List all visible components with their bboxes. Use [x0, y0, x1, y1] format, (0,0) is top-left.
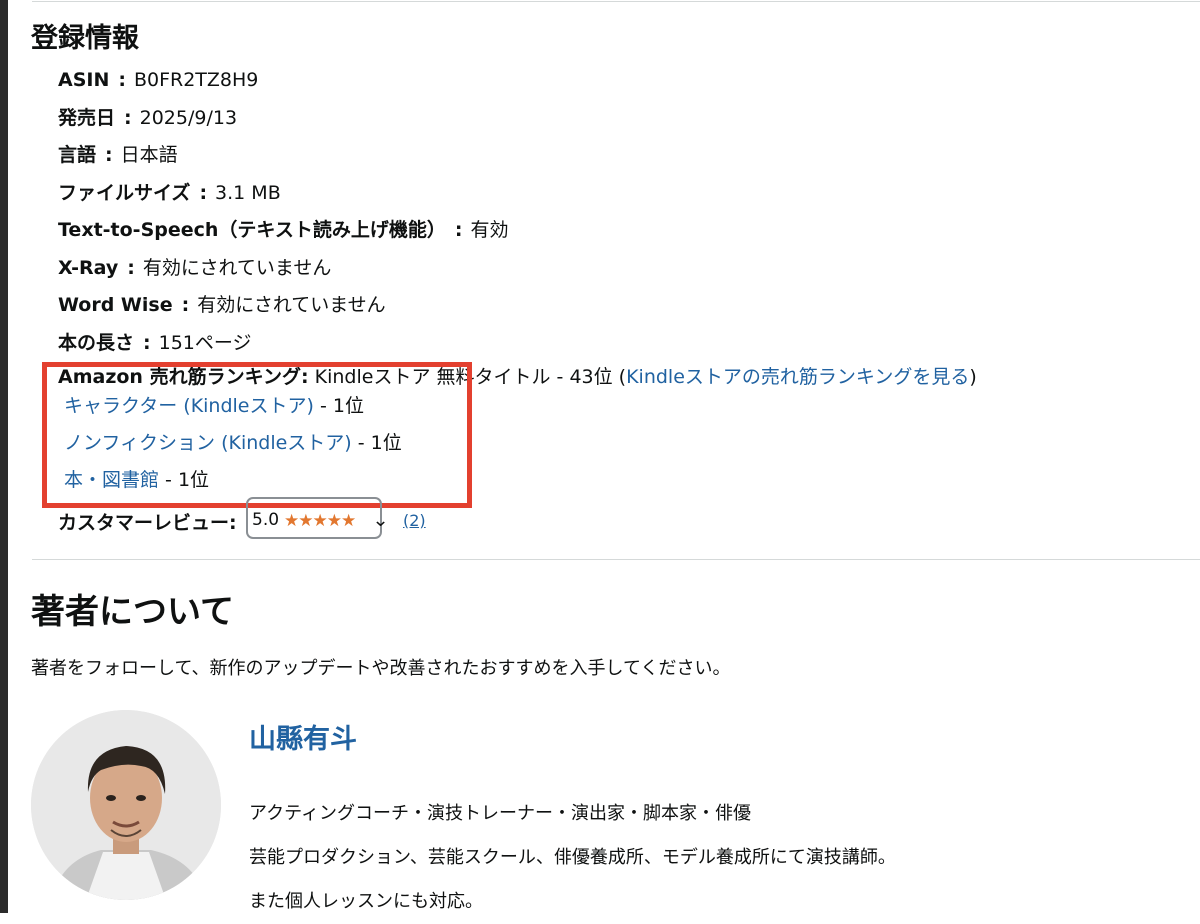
detail-release-date: 発売日:2025/9/13: [58, 106, 238, 129]
review-count-link[interactable]: (2): [403, 511, 426, 530]
top-divider: [32, 1, 1200, 2]
author-name-link[interactable]: 山縣有斗: [249, 717, 357, 756]
bestseller-list-link[interactable]: Kindleストアの売れ筋ランキングを見る: [626, 366, 969, 388]
product-details-title: 登録情報: [31, 23, 139, 54]
ranking-highlight-box: [42, 362, 472, 508]
star-rating-icon: ★★★★★: [284, 511, 356, 531]
bio-line: また個人レッスンにも対応。: [249, 891, 483, 912]
customer-reviews: カスタマーレビュー:: [58, 508, 237, 535]
author-photo: [31, 710, 221, 900]
detail-asin: ASIN: B0FR2TZ8H9: [58, 69, 259, 91]
detail-language: 言語: 日本語: [58, 144, 178, 166]
detail-file-size: ファイルサイズ:3.1 MB: [58, 181, 281, 204]
chevron-down-icon[interactable]: ⌄: [372, 510, 389, 531]
follow-prompt: 著者をフォローして、新作のアップデートや改善されたおすすめを入手してください。: [31, 658, 731, 679]
author-bio: アクティングコーチ・演技トレーナー・演出家・脚本家・俳優 芸能プロダクション、芸…: [249, 792, 896, 924]
window-edge: [0, 0, 8, 913]
author-avatar[interactable]: [31, 710, 221, 900]
detail-text-to-speech: Text-to-Speech（テキスト読み上げ機能）: 有効: [58, 219, 509, 241]
detail-word-wise: Word Wise: 有効にされていません: [58, 294, 386, 316]
detail-print-length: 本の長さ:151ページ: [58, 331, 252, 354]
about-author-title: 著者について: [31, 592, 234, 632]
detail-x-ray: X-Ray: 有効にされていません: [58, 256, 332, 279]
section-divider: [32, 559, 1200, 560]
rating-score: 5.0: [252, 510, 280, 530]
product-details-list: ASIN: B0FR2TZ8H9 発売日:2025/9/13 言語: 日本語 ファイ…: [58, 62, 508, 362]
bio-line: 芸能プロダクション、芸能スクール、俳優養成所、モデル養成所にて演技講師。: [249, 847, 896, 868]
bio-line: アクティングコーチ・演技トレーナー・演出家・脚本家・俳優: [249, 803, 752, 824]
customer-reviews-label: カスタマーレビュー:: [58, 512, 237, 534]
